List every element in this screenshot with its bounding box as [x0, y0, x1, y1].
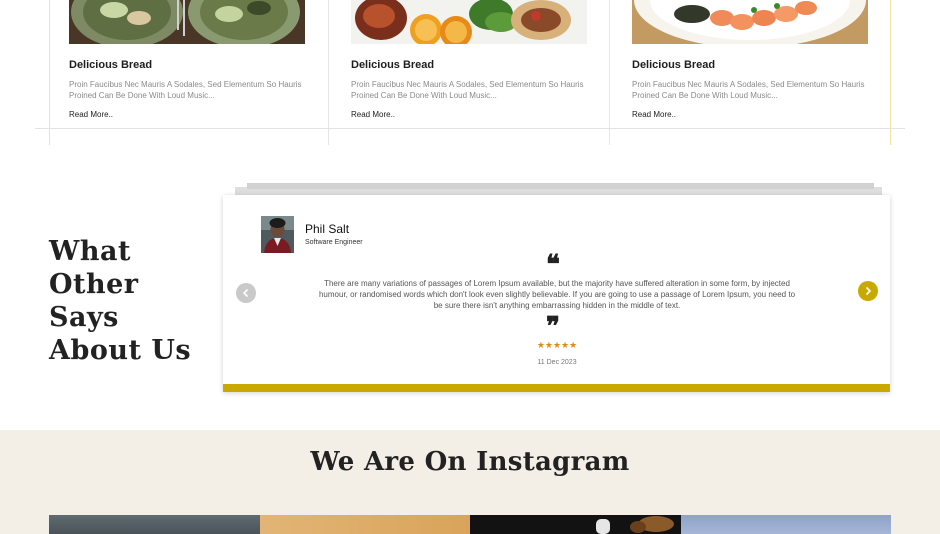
cards-divider [35, 128, 905, 129]
reviewer-name: Phil Salt [305, 222, 350, 236]
instagram-image[interactable] [470, 515, 681, 534]
instagram-image[interactable] [49, 515, 260, 534]
read-more-link[interactable]: Read More.. [632, 110, 676, 119]
testimonial-text: There are many variations of passages of… [318, 279, 796, 310]
close-quote-icon: ❞ [546, 312, 560, 342]
card-title: Delicious Bread [69, 59, 153, 71]
avatar [261, 216, 294, 253]
prev-slide-button[interactable] [236, 283, 256, 303]
reviewer-role: Software Engineer [305, 239, 363, 246]
instagram-title: We Are On Instagram [310, 447, 630, 477]
card-divider [890, 0, 891, 145]
instagram-image[interactable] [260, 515, 471, 534]
testimonials-heading: What Other Says About Us [49, 235, 191, 367]
card-divider [49, 0, 50, 145]
card-title: Delicious Bread [632, 59, 716, 71]
read-more-link[interactable]: Read More.. [69, 110, 113, 119]
heading-line: What [49, 236, 131, 267]
card-description: Proin Faucibus Nec Mauris A Sodales, Sed… [632, 80, 865, 100]
page: Delicious Bread Proin Faucibus Nec Mauri… [0, 0, 940, 534]
next-slide-button[interactable] [858, 281, 878, 301]
card-image[interactable] [69, 0, 305, 44]
open-quote-icon: ❝ [546, 250, 560, 280]
card-title: Delicious Bread [351, 59, 435, 71]
chevron-right-icon [865, 286, 872, 296]
card-image[interactable] [632, 0, 868, 44]
rating-stars: ★★★★★ [536, 341, 578, 351]
heading-line: Other [49, 269, 139, 300]
testimonial-card: Phil Salt Software Engineer ❝ There are … [223, 195, 890, 392]
card-divider [609, 0, 610, 145]
blog-cards-section: Delicious Bread Proin Faucibus Nec Mauri… [0, 0, 940, 145]
accent-bar [223, 384, 890, 392]
chevron-left-icon [242, 288, 249, 298]
card-description: Proin Faucibus Nec Mauris A Sodales, Sed… [69, 80, 302, 100]
card-image[interactable] [351, 0, 587, 44]
card-stack-shadow [247, 183, 874, 189]
read-more-link[interactable]: Read More.. [351, 110, 395, 119]
card-description: Proin Faucibus Nec Mauris A Sodales, Sed… [351, 80, 584, 100]
testimonial-date: 11 Dec 2023 [537, 359, 577, 366]
heading-line: About Us [49, 335, 192, 366]
instagram-section: We Are On Instagram [0, 430, 940, 534]
instagram-image[interactable] [681, 515, 891, 534]
card-divider [328, 0, 329, 145]
heading-line: Says [49, 302, 119, 333]
